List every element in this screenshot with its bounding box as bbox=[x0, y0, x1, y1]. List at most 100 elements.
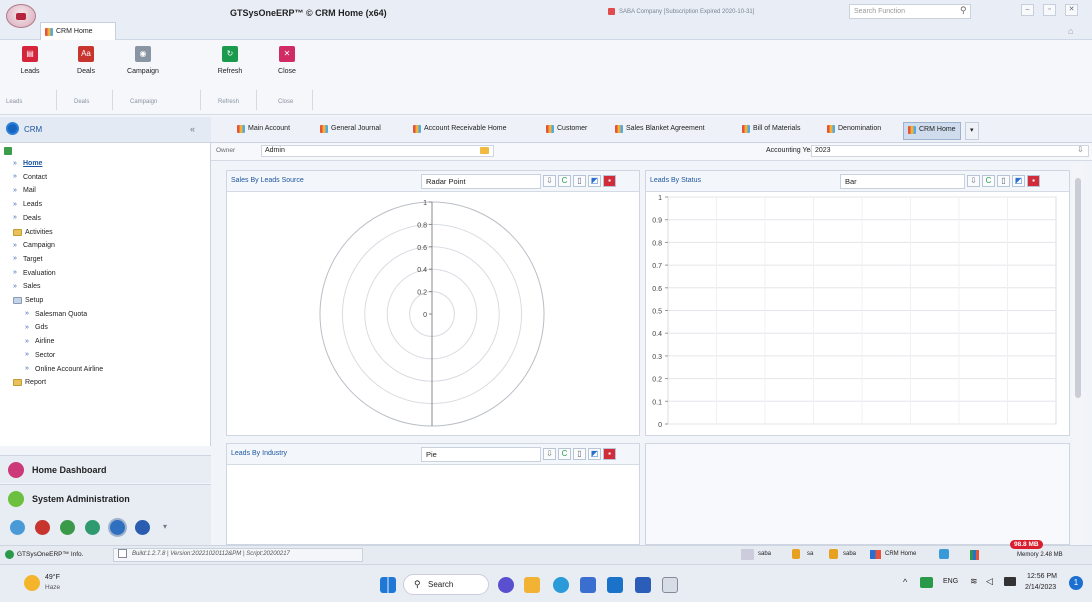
nav-system-administration[interactable]: System Administration bbox=[0, 484, 211, 512]
info-icon bbox=[5, 550, 14, 559]
language-indicator[interactable]: ENG bbox=[943, 578, 958, 585]
scrollbar-thumb[interactable] bbox=[1075, 178, 1081, 398]
sidebar-item-deals[interactable]: » Deals bbox=[13, 214, 41, 222]
close-button[interactable]: ✕ Close bbox=[262, 46, 312, 75]
document-icon[interactable]: ▯ bbox=[573, 448, 586, 460]
tab-main-account[interactable]: Main Account bbox=[233, 122, 294, 140]
document-icon[interactable]: ▯ bbox=[997, 175, 1010, 187]
module-icon-3[interactable] bbox=[60, 520, 75, 535]
chart-type-select[interactable]: Radar Point bbox=[421, 174, 541, 189]
sidebar-item-salesman-quota[interactable]: » Salesman Quota bbox=[25, 310, 87, 318]
tab-account-receivable-home[interactable]: Account Receivable Home bbox=[409, 122, 511, 140]
sidebar-item-activities[interactable]: Activities bbox=[13, 228, 53, 236]
volume-icon[interactable]: ◁ bbox=[986, 576, 993, 587]
network-app-icon[interactable] bbox=[920, 577, 933, 588]
download-icon[interactable]: ⇩ bbox=[1077, 145, 1084, 154]
refresh-icon[interactable]: C bbox=[558, 448, 571, 460]
download-icon[interactable]: ⇩ bbox=[543, 175, 556, 187]
close-window-button[interactable]: ✕ bbox=[1065, 4, 1078, 16]
chevron-up-icon[interactable]: ^ bbox=[903, 577, 907, 587]
battery-icon[interactable] bbox=[1004, 577, 1016, 586]
module-icon-6[interactable] bbox=[135, 520, 150, 535]
arrow-icon: » bbox=[13, 255, 17, 263]
ribbon-collapse-icon[interactable]: ⌂ bbox=[1068, 26, 1073, 36]
more-modules-icon[interactable]: ▾ bbox=[163, 522, 167, 531]
tab-crm-home[interactable]: CRM Home bbox=[903, 122, 961, 140]
sidebar-item-sales[interactable]: » Sales bbox=[13, 283, 41, 291]
sidebar-item-evaluation[interactable]: » Evaluation bbox=[13, 269, 56, 277]
module-icon-2[interactable] bbox=[35, 520, 50, 535]
accounting-year-field[interactable]: 2023 bbox=[811, 145, 1089, 157]
refresh-icon[interactable]: C bbox=[982, 175, 995, 187]
windows-start-icon[interactable] bbox=[380, 577, 396, 593]
arrow-icon: » bbox=[25, 310, 29, 318]
arrow-icon: » bbox=[25, 323, 29, 331]
search-function-input[interactable]: Search Function bbox=[849, 4, 971, 19]
sidebar-item-mail[interactable]: » Mail bbox=[13, 187, 36, 195]
chart-type-select[interactable]: Pie bbox=[421, 447, 541, 462]
store-icon[interactable] bbox=[580, 577, 596, 593]
weather-temp[interactable]: 49°F bbox=[45, 574, 60, 581]
teams-icon[interactable] bbox=[498, 577, 514, 593]
folder-icon[interactable] bbox=[480, 147, 489, 154]
erp-app-icon[interactable] bbox=[662, 577, 678, 593]
sidebar-item-home[interactable]: » Home bbox=[13, 160, 42, 168]
sidebar-item-contact[interactable]: » Contact bbox=[13, 173, 47, 181]
close-icon[interactable]: ▪ bbox=[1027, 175, 1040, 187]
edge-icon[interactable] bbox=[553, 577, 569, 593]
chart-type-select[interactable]: Bar bbox=[840, 174, 965, 189]
module-icon-1[interactable] bbox=[10, 520, 25, 535]
sidebar-item-online-account-airline[interactable]: » Online Account Airline bbox=[25, 365, 103, 373]
close-icon[interactable]: ▪ bbox=[603, 448, 616, 460]
tab-general-journal[interactable]: General Journal bbox=[316, 122, 385, 140]
clock-date[interactable]: 2/14/2023 bbox=[1025, 584, 1056, 591]
sidebar-item-campaign[interactable]: » Campaign bbox=[13, 242, 55, 250]
module-icon-5[interactable] bbox=[110, 520, 125, 535]
search-icon[interactable]: ⚲ bbox=[960, 5, 967, 16]
file-explorer-icon[interactable] bbox=[524, 577, 540, 593]
navigation-tree: » Home » Contact » Mail » Leads » Deals Activities… bbox=[0, 143, 211, 446]
tab-customer[interactable]: Customer bbox=[542, 122, 591, 140]
chart-icon[interactable]: ◩ bbox=[1012, 175, 1025, 187]
tabs-overflow-dropdown[interactable]: ▾ bbox=[965, 122, 979, 140]
deals-button[interactable]: Aa Deals bbox=[61, 46, 111, 75]
notification-badge[interactable]: 1 bbox=[1069, 576, 1083, 590]
restore-button[interactable]: ▫ bbox=[1043, 4, 1056, 16]
close-icon: ✕ bbox=[279, 46, 295, 62]
sidebar-item-target[interactable]: » Target bbox=[13, 255, 42, 263]
sidebar-item-report[interactable]: Report bbox=[13, 379, 46, 387]
settings-icon[interactable] bbox=[939, 549, 949, 559]
outlook-icon[interactable] bbox=[607, 577, 623, 593]
taskbar-search-box[interactable]: ⚲ Search bbox=[403, 574, 489, 595]
sidebar-collapse-icon[interactable]: « bbox=[190, 124, 195, 134]
panel-header: Sales By Leads Source Radar Point ⇩ C ▯ … bbox=[227, 171, 639, 192]
sidebar-item-gds[interactable]: » Gds bbox=[25, 323, 48, 332]
tab-bill-of-materials[interactable]: Bill of Materials bbox=[738, 122, 804, 140]
app-info-label[interactable]: GTSysOneERP™ Info. bbox=[17, 551, 83, 558]
minimize-button[interactable]: – bbox=[1021, 4, 1034, 16]
sidebar-item-sector[interactable]: » Sector bbox=[25, 351, 55, 359]
tab-denomination[interactable]: Denomination bbox=[823, 122, 885, 140]
wifi-icon[interactable]: ≋ bbox=[970, 576, 978, 587]
sidebar-item-leads[interactable]: » Leads bbox=[13, 201, 42, 209]
document-icon[interactable]: ▯ bbox=[573, 175, 586, 187]
sidebar-item-airline[interactable]: » Airline bbox=[25, 338, 54, 346]
leads-button[interactable]: ▤ Leads bbox=[5, 46, 55, 75]
nav-home-dashboard[interactable]: Home Dashboard bbox=[0, 455, 211, 483]
refresh-icon[interactable]: C bbox=[558, 175, 571, 187]
close-icon[interactable]: ▪ bbox=[603, 175, 616, 187]
chart-icon[interactable]: ◩ bbox=[588, 448, 601, 460]
chart-icon[interactable]: ◩ bbox=[588, 175, 601, 187]
module-icon-4[interactable] bbox=[85, 520, 100, 535]
refresh-button[interactable]: ↻ Refresh bbox=[205, 46, 255, 75]
download-icon[interactable]: ⇩ bbox=[543, 448, 556, 460]
download-icon[interactable]: ⇩ bbox=[967, 175, 980, 187]
tab-sales-blanket-agreement[interactable]: Sales Blanket Agreement bbox=[611, 122, 709, 140]
clock-time[interactable]: 12:56 PM bbox=[1027, 573, 1057, 580]
campaign-button[interactable]: ◉ Campaign bbox=[118, 46, 168, 75]
sidebar-item-setup[interactable]: Setup bbox=[13, 297, 43, 304]
owner-field[interactable]: Admin bbox=[261, 145, 494, 157]
word-icon[interactable] bbox=[635, 577, 651, 593]
app-logo-icon[interactable] bbox=[6, 4, 36, 28]
app-tab[interactable]: CRM Home bbox=[40, 22, 116, 40]
